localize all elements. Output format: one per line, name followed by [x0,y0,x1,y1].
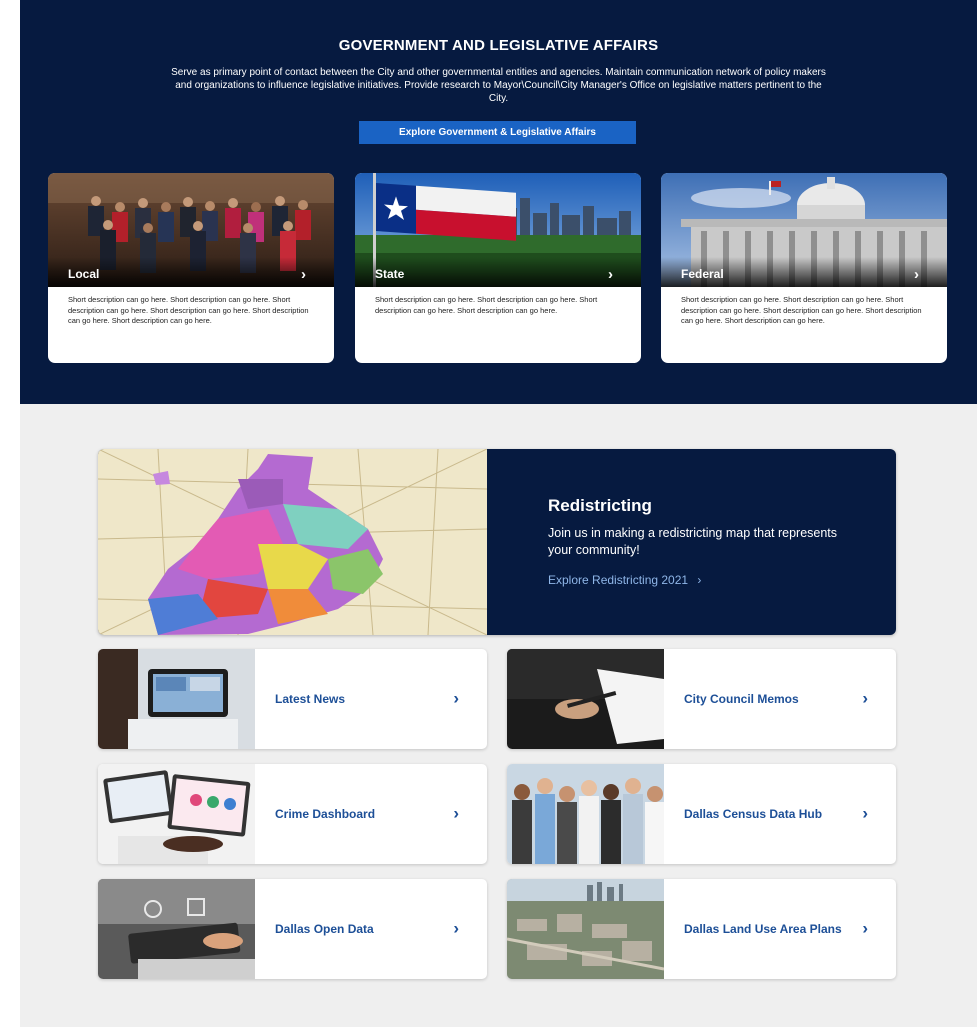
tile-label: Latest News [275,692,346,706]
dashboard-screens-photo [98,764,255,864]
chevron-right-icon: › [453,918,459,938]
local-officials-photo: Local › [48,173,334,287]
section-description: Serve as primary point of contact betwee… [171,67,826,104]
chevron-right-icon: › [697,573,702,587]
chevron-right-icon: › [862,803,868,823]
tile-label: Crime Dashboard [275,807,376,821]
laptop-data-photo [98,879,255,979]
group-of-people-photo [507,764,664,864]
tile-land-use-plans[interactable]: Dallas Land Use Area Plans › [507,879,896,979]
tile-crime-dashboard[interactable]: Crime Dashboard › [98,764,487,864]
chevron-right-icon: › [301,266,306,283]
tile-open-data[interactable]: Dallas Open Data › [98,879,487,979]
section-title: GOVERNMENT AND LEGISLATIVE AFFAIRS [338,37,659,54]
card-description: Short description can go here. Short des… [68,295,309,325]
card-state[interactable]: State › Short description can go here. S… [355,173,641,363]
explore-redistricting-link[interactable]: Explore Redistricting 2021 › [548,573,701,587]
aerial-city-photo [507,879,664,979]
redistricting-map-image [98,449,488,635]
chevron-right-icon: › [453,803,459,823]
link-label: Explore Redistricting 2021 [548,573,689,587]
card-local[interactable]: Local › Short description can go here. S… [48,173,334,363]
tile-city-council-memos[interactable]: City Council Memos › [507,649,896,749]
card-label: Federal [681,267,724,281]
tile-latest-news[interactable]: Latest News › [98,649,487,749]
card-description: Short description can go here. Short des… [375,295,598,315]
chevron-right-icon: › [914,266,919,283]
texas-flag-photo: State › [355,173,641,287]
signing-document-photo [507,649,664,749]
resources-section: Redistricting Join us in making a redist… [20,404,977,1027]
chevron-right-icon: › [862,918,868,938]
tile-census-data-hub[interactable]: Dallas Census Data Hub › [507,764,896,864]
capitol-building-photo: Federal › [661,173,947,287]
tablet-news-photo [98,649,255,749]
chevron-right-icon: › [608,266,613,283]
chevron-right-icon: › [862,688,868,708]
tile-label: City Council Memos [684,692,799,706]
card-description: Short description can go here. Short des… [681,295,922,325]
tile-label: Dallas Open Data [275,922,374,936]
card-label: Local [68,267,100,281]
redistricting-description: Join us in making a redistricting map th… [548,526,838,557]
explore-gov-affairs-button[interactable]: Explore Government & Legislative Affairs [359,121,636,144]
tile-label: Dallas Land Use Area Plans [684,922,842,936]
card-federal[interactable]: Federal › Short description can go here.… [661,173,947,363]
gov-affairs-section: GOVERNMENT AND LEGISLATIVE AFFAIRS Serve… [20,0,977,404]
redistricting-title: Redistricting [548,496,652,515]
redistricting-banner[interactable]: Redistricting Join us in making a redist… [98,449,896,635]
card-label: State [375,267,405,281]
chevron-right-icon: › [453,688,459,708]
tile-label: Dallas Census Data Hub [684,807,823,821]
